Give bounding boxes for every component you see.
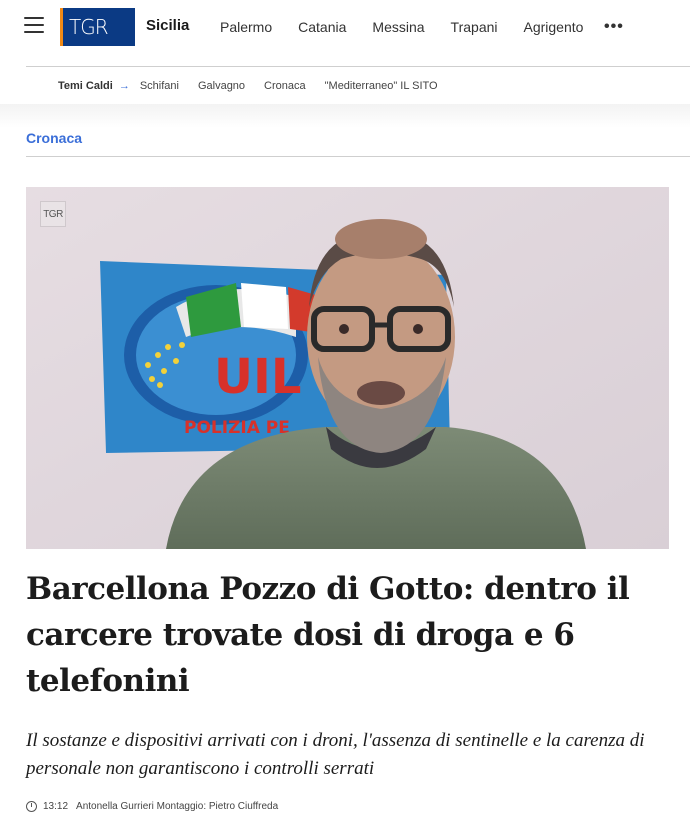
nav-item-agrigento[interactable]: Agrigento [524,19,584,35]
nav-item-palermo[interactable]: Palermo [220,19,272,35]
hamburger-menu-icon[interactable] [24,17,44,35]
article-title: Barcellona Pozzo di Gotto: dentro il car… [26,571,630,699]
section-label[interactable]: Cronaca [26,130,82,146]
flag-text: UIL [214,349,301,405]
article-hero-image[interactable]: UIL POLIZIA PE TGR [26,187,669,549]
publish-time: 13:12 [43,801,69,812]
logo-accent-bar [60,8,63,46]
header-shadow [0,104,690,128]
topic-link-galvagno[interactable]: Galvagno [198,80,245,92]
arrow-right-icon: → [118,80,130,92]
article-subtitle: Il sostanze e dispositivi arrivati con i… [26,730,645,779]
article-meta: 13:12 Antonella Gurrieri Montaggio: Piet… [26,801,278,812]
nav-item-catania[interactable]: Catania [298,19,346,35]
hot-topics-label: Temi Caldi [58,80,113,92]
city-nav: Palermo Catania Messina Trapani Agrigent… [220,19,609,35]
section-divider [26,156,690,157]
hot-topics-bar: Temi Caldi → Schifani Galvagno Cronaca "… [58,80,457,92]
more-options-icon[interactable]: ••• [604,18,624,36]
nav-item-trapani[interactable]: Trapani [451,19,498,35]
flag-subtext: POLIZIA PE [184,418,290,438]
clock-icon [26,801,37,812]
logo-text: TGR [69,15,109,39]
top-navigation-bar: TGR Sicilia Palermo Catania Messina Trap… [0,0,690,56]
tgr-logo[interactable]: TGR [60,8,135,46]
header-divider [26,66,690,67]
article-byline: Antonella Gurrieri Montaggio: Pietro Ciu… [76,801,279,812]
nav-item-messina[interactable]: Messina [372,19,424,35]
topic-link-schifani[interactable]: Schifani [140,80,179,92]
topic-link-mediterraneo[interactable]: "Mediterraneo" IL SITO [325,80,438,92]
tgr-watermark: TGR [40,201,66,227]
hero-illustration: UIL POLIZIA PE [26,187,669,549]
topic-link-cronaca[interactable]: Cronaca [264,80,306,92]
region-title[interactable]: Sicilia [146,17,189,34]
